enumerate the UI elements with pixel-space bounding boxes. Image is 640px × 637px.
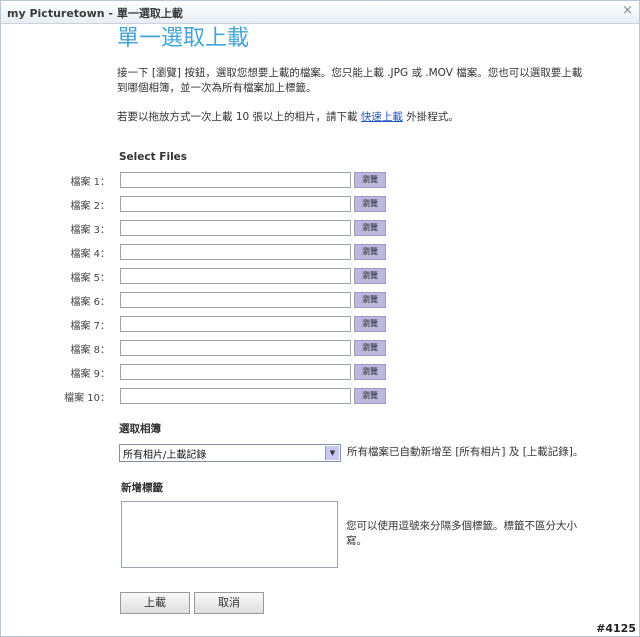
file-row-2: 檔案 2： 瀏覽 [60, 196, 390, 212]
file-input-8[interactable] [120, 340, 351, 356]
file-row-4: 檔案 4： 瀏覽 [60, 244, 390, 260]
browse-button-9[interactable]: 瀏覽 [354, 364, 386, 380]
file-label-7: 檔案 7： [70, 321, 110, 332]
file-input-1[interactable] [120, 172, 351, 188]
file-row-5: 檔案 5： 瀏覽 [60, 268, 390, 284]
tags-textarea[interactable] [121, 501, 338, 568]
file-row-6: 檔案 6： 瀏覽 [60, 292, 390, 308]
chevron-down-icon[interactable]: ▼ [325, 446, 339, 460]
file-input-9[interactable] [120, 364, 351, 380]
plugin-notice: 若要以拖放方式一次上載 10 張以上的相片，請下載 快速上載 外掛程式。 [117, 110, 459, 125]
file-label-10: 檔案 10： [64, 393, 110, 404]
select-files-heading: Select Files [119, 151, 188, 163]
browse-button-2[interactable]: 瀏覽 [354, 196, 386, 212]
file-label-5: 檔案 5： [70, 273, 110, 284]
file-input-5[interactable] [120, 268, 351, 284]
page-title: 單一選取上載 [117, 26, 250, 51]
file-input-2[interactable] [120, 196, 351, 212]
browse-button-3[interactable]: 瀏覽 [354, 220, 386, 236]
file-row-3: 檔案 3： 瀏覽 [60, 220, 390, 236]
browse-button-8[interactable]: 瀏覽 [354, 340, 386, 356]
instructions-text: 接一下 [瀏覽] 按鈕，選取您想要上載的檔案。您只能上載 .JPG 或 .MOV… [117, 67, 583, 94]
file-input-6[interactable] [120, 292, 351, 308]
album-select-value: 所有相片/上載記錄 [123, 450, 207, 461]
title-bar: my Picturetown - 單一選取上載 × [1, 1, 639, 24]
file-label-1: 檔案 1： [70, 177, 110, 188]
file-row-8: 檔案 8： 瀏覽 [60, 340, 390, 356]
album-select[interactable]: 所有相片/上載記錄 ▼ [119, 444, 341, 462]
file-input-4[interactable] [120, 244, 351, 260]
browse-button-6[interactable]: 瀏覽 [354, 292, 386, 308]
album-note: 所有檔案已自動新增至 [所有相片] 及 [上載記錄]。 [347, 446, 584, 458]
file-label-3: 檔案 3： [70, 225, 110, 236]
browse-button-5[interactable]: 瀏覽 [354, 268, 386, 284]
file-label-4: 檔案 4： [70, 249, 110, 260]
file-label-2: 檔案 2： [70, 201, 110, 212]
upload-button[interactable]: 上載 [120, 592, 190, 614]
file-input-3[interactable] [120, 220, 351, 236]
file-row-9: 檔案 9： 瀏覽 [60, 364, 390, 380]
file-input-10[interactable] [120, 388, 351, 404]
file-input-7[interactable] [120, 316, 351, 332]
tags-note: 您可以使用逗號來分隔多個標籤。標籤不區分大小寫。 [346, 520, 577, 547]
album-heading: 選取相簿 [119, 423, 161, 435]
quick-upload-link[interactable]: 快速上載 [361, 111, 403, 123]
browse-button-10[interactable]: 瀏覽 [354, 388, 386, 404]
close-icon[interactable]: × [622, 3, 633, 18]
watermark: #4125 [596, 622, 636, 635]
tags-heading: 新增標籤 [121, 482, 163, 494]
file-row-1: 檔案 1： 瀏覽 [60, 172, 390, 188]
browse-button-7[interactable]: 瀏覽 [354, 316, 386, 332]
window-title: my Picturetown - 單一選取上載 [7, 7, 183, 20]
plugin-text-after: 外掛程式。 [406, 111, 459, 123]
browse-button-4[interactable]: 瀏覽 [354, 244, 386, 260]
file-label-8: 檔案 8： [70, 345, 110, 356]
file-row-10: 檔案 10： 瀏覽 [60, 388, 390, 404]
file-row-7: 檔案 7： 瀏覽 [60, 316, 390, 332]
file-label-9: 檔案 9： [70, 369, 110, 380]
cancel-button[interactable]: 取消 [194, 592, 264, 614]
browse-button-1[interactable]: 瀏覽 [354, 172, 386, 188]
plugin-text-before: 若要以拖放方式一次上載 10 張以上的相片，請下載 [117, 111, 358, 123]
file-label-6: 檔案 6： [70, 297, 110, 308]
